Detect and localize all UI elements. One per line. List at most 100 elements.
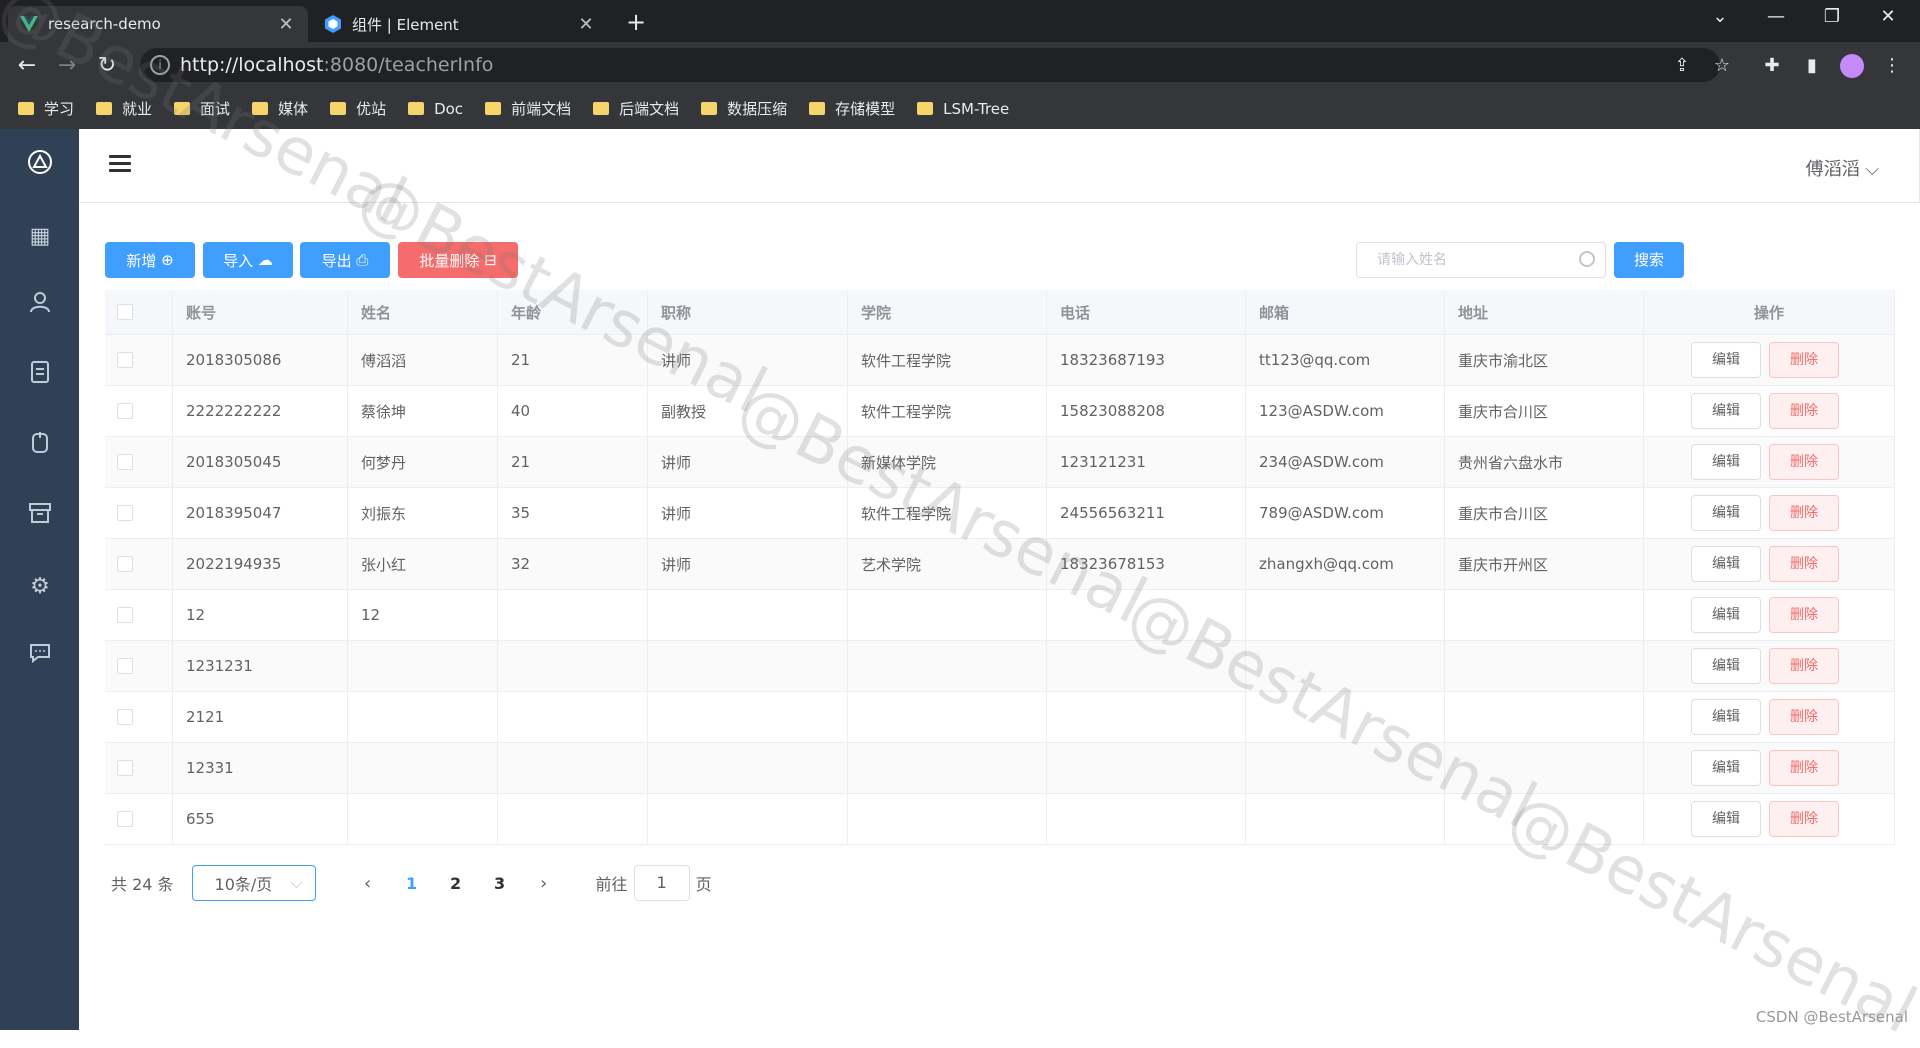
table-row: 2222222222蔡徐坤40副教授软件工程学院15823088208123@A… <box>105 386 1895 437</box>
bookmark-item[interactable]: LSM-Tree <box>917 100 1009 118</box>
edit-button[interactable]: 编辑 <box>1691 495 1761 531</box>
archive-icon[interactable] <box>22 499 58 535</box>
import-button[interactable]: 导入 ☁ <box>203 242 293 278</box>
delete-button[interactable]: 删除 <box>1769 393 1839 429</box>
window-close-icon[interactable]: ✕ <box>1868 6 1908 27</box>
table-cell <box>1047 743 1246 793</box>
checkbox-cell <box>105 539 173 589</box>
row-checkbox[interactable] <box>117 352 133 368</box>
delete-button[interactable]: 删除 <box>1769 546 1839 582</box>
edit-button[interactable]: 编辑 <box>1691 801 1761 837</box>
delete-button[interactable]: 删除 <box>1769 801 1839 837</box>
dashboard-icon[interactable]: ▦ <box>22 219 58 255</box>
user-dropdown[interactable]: 傅滔滔 ⌵ <box>1806 155 1879 181</box>
row-checkbox[interactable] <box>117 760 133 776</box>
search-input[interactable]: 请输入姓名 <box>1356 242 1606 278</box>
delete-button[interactable]: 删除 <box>1769 750 1839 786</box>
collapse-menu-icon[interactable] <box>109 155 131 175</box>
reload-icon[interactable]: ↻ <box>92 50 122 80</box>
tab-search-icon[interactable]: ⌄ <box>1700 6 1740 27</box>
share-icon[interactable]: ⇪ <box>1670 54 1694 78</box>
page-2[interactable]: 2 <box>434 874 478 893</box>
delete-button[interactable]: 删除 <box>1769 597 1839 633</box>
bookmark-item[interactable]: 学习 <box>18 98 74 119</box>
bookmark-item[interactable]: 就业 <box>96 98 152 119</box>
edit-button[interactable]: 编辑 <box>1691 393 1761 429</box>
bookmark-item[interactable]: 优站 <box>330 98 386 119</box>
table-cell <box>848 743 1047 793</box>
bookmark-item[interactable]: 面试 <box>174 98 230 119</box>
edit-button[interactable]: 编辑 <box>1691 597 1761 633</box>
delete-button[interactable]: 删除 <box>1769 648 1839 684</box>
clipboard-icon[interactable] <box>22 429 58 465</box>
tab-element[interactable]: 组件 | Element ✕ <box>312 6 608 42</box>
row-checkbox[interactable] <box>117 607 133 623</box>
page-size-select[interactable]: 10条/页⌵ <box>192 865 316 901</box>
row-checkbox[interactable] <box>117 709 133 725</box>
table-cell: 刘振东 <box>348 488 498 538</box>
bookmark-item[interactable]: Doc <box>408 100 463 118</box>
actions-cell: 编辑删除 <box>1644 488 1895 538</box>
user-icon[interactable] <box>22 289 58 325</box>
row-checkbox[interactable] <box>117 403 133 419</box>
bookmark-item[interactable]: 存储模型 <box>809 98 895 119</box>
row-checkbox[interactable] <box>117 658 133 674</box>
table-cell <box>848 692 1047 742</box>
page-1[interactable]: 1 <box>390 874 434 893</box>
delete-button[interactable]: 删除 <box>1769 495 1839 531</box>
goto-page-input[interactable]: 1 <box>634 865 690 901</box>
restore-icon[interactable]: ❐ <box>1812 6 1852 27</box>
settings-icon[interactable]: ⚙ <box>22 569 58 605</box>
edit-button[interactable]: 编辑 <box>1691 444 1761 480</box>
add-button[interactable]: 新增 ⊕ <box>105 242 195 278</box>
row-checkbox[interactable] <box>117 454 133 470</box>
bookmark-item[interactable]: 后端文档 <box>593 98 679 119</box>
edit-button[interactable]: 编辑 <box>1691 699 1761 735</box>
logo-icon[interactable] <box>22 149 58 185</box>
edit-button[interactable]: 编辑 <box>1691 648 1761 684</box>
row-checkbox[interactable] <box>117 556 133 572</box>
actions-cell: 编辑删除 <box>1644 539 1895 589</box>
table-cell: 15823088208 <box>1047 386 1246 436</box>
edit-button[interactable]: 编辑 <box>1691 750 1761 786</box>
menu-icon[interactable]: ⋮ <box>1880 54 1904 78</box>
minimize-icon[interactable]: — <box>1756 6 1796 27</box>
table-cell <box>848 590 1047 640</box>
bookmark-item[interactable]: 媒体 <box>252 98 308 119</box>
bookmark-star-icon[interactable]: ☆ <box>1710 54 1734 78</box>
close-icon[interactable]: ✕ <box>576 14 596 35</box>
forward-icon[interactable]: → <box>52 50 82 80</box>
bookmark-item[interactable]: 数据压缩 <box>701 98 787 119</box>
message-icon[interactable] <box>22 639 58 675</box>
site-info-icon[interactable]: i <box>150 55 170 75</box>
profile-avatar[interactable] <box>1840 54 1864 78</box>
prev-page-icon[interactable]: ‹ <box>346 873 390 894</box>
close-icon[interactable]: ✕ <box>276 14 296 35</box>
search-button[interactable]: 搜索 <box>1614 242 1684 278</box>
bookmark-item[interactable]: 前端文档 <box>485 98 571 119</box>
address-bar[interactable]: i http://localhost:8080/teacherInfo <box>140 48 1720 82</box>
row-checkbox[interactable] <box>117 811 133 827</box>
export-button[interactable]: 导出 ⎙ <box>300 242 390 278</box>
delete-button[interactable]: 删除 <box>1769 342 1839 378</box>
actions-cell: 编辑删除 <box>1644 386 1895 436</box>
table-cell <box>1047 590 1246 640</box>
main-content: 傅滔滔 ⌵ 新增 ⊕ 导入 ☁ 导出 ⎙ 批量删除 ⊟ 请输入姓名 搜索 账号姓… <box>79 129 1920 1030</box>
row-checkbox[interactable] <box>117 505 133 521</box>
delete-button[interactable]: 删除 <box>1769 699 1839 735</box>
sidepanel-icon[interactable]: ▮ <box>1800 54 1824 78</box>
edit-button[interactable]: 编辑 <box>1691 342 1761 378</box>
select-all-checkbox[interactable] <box>117 304 133 320</box>
next-page-icon[interactable]: › <box>522 873 566 894</box>
back-icon[interactable]: ← <box>12 50 42 80</box>
edit-button[interactable]: 编辑 <box>1691 546 1761 582</box>
checkbox-cell <box>105 743 173 793</box>
extensions-icon[interactable]: ✚ <box>1760 54 1784 78</box>
page-3[interactable]: 3 <box>478 874 522 893</box>
delete-button[interactable]: 删除 <box>1769 444 1839 480</box>
batch-delete-button[interactable]: 批量删除 ⊟ <box>398 242 518 278</box>
tab-research-demo[interactable]: research-demo ✕ <box>8 6 308 42</box>
table-cell <box>1246 641 1445 691</box>
new-tab-button[interactable]: + <box>622 8 650 36</box>
document-icon[interactable] <box>22 359 58 395</box>
